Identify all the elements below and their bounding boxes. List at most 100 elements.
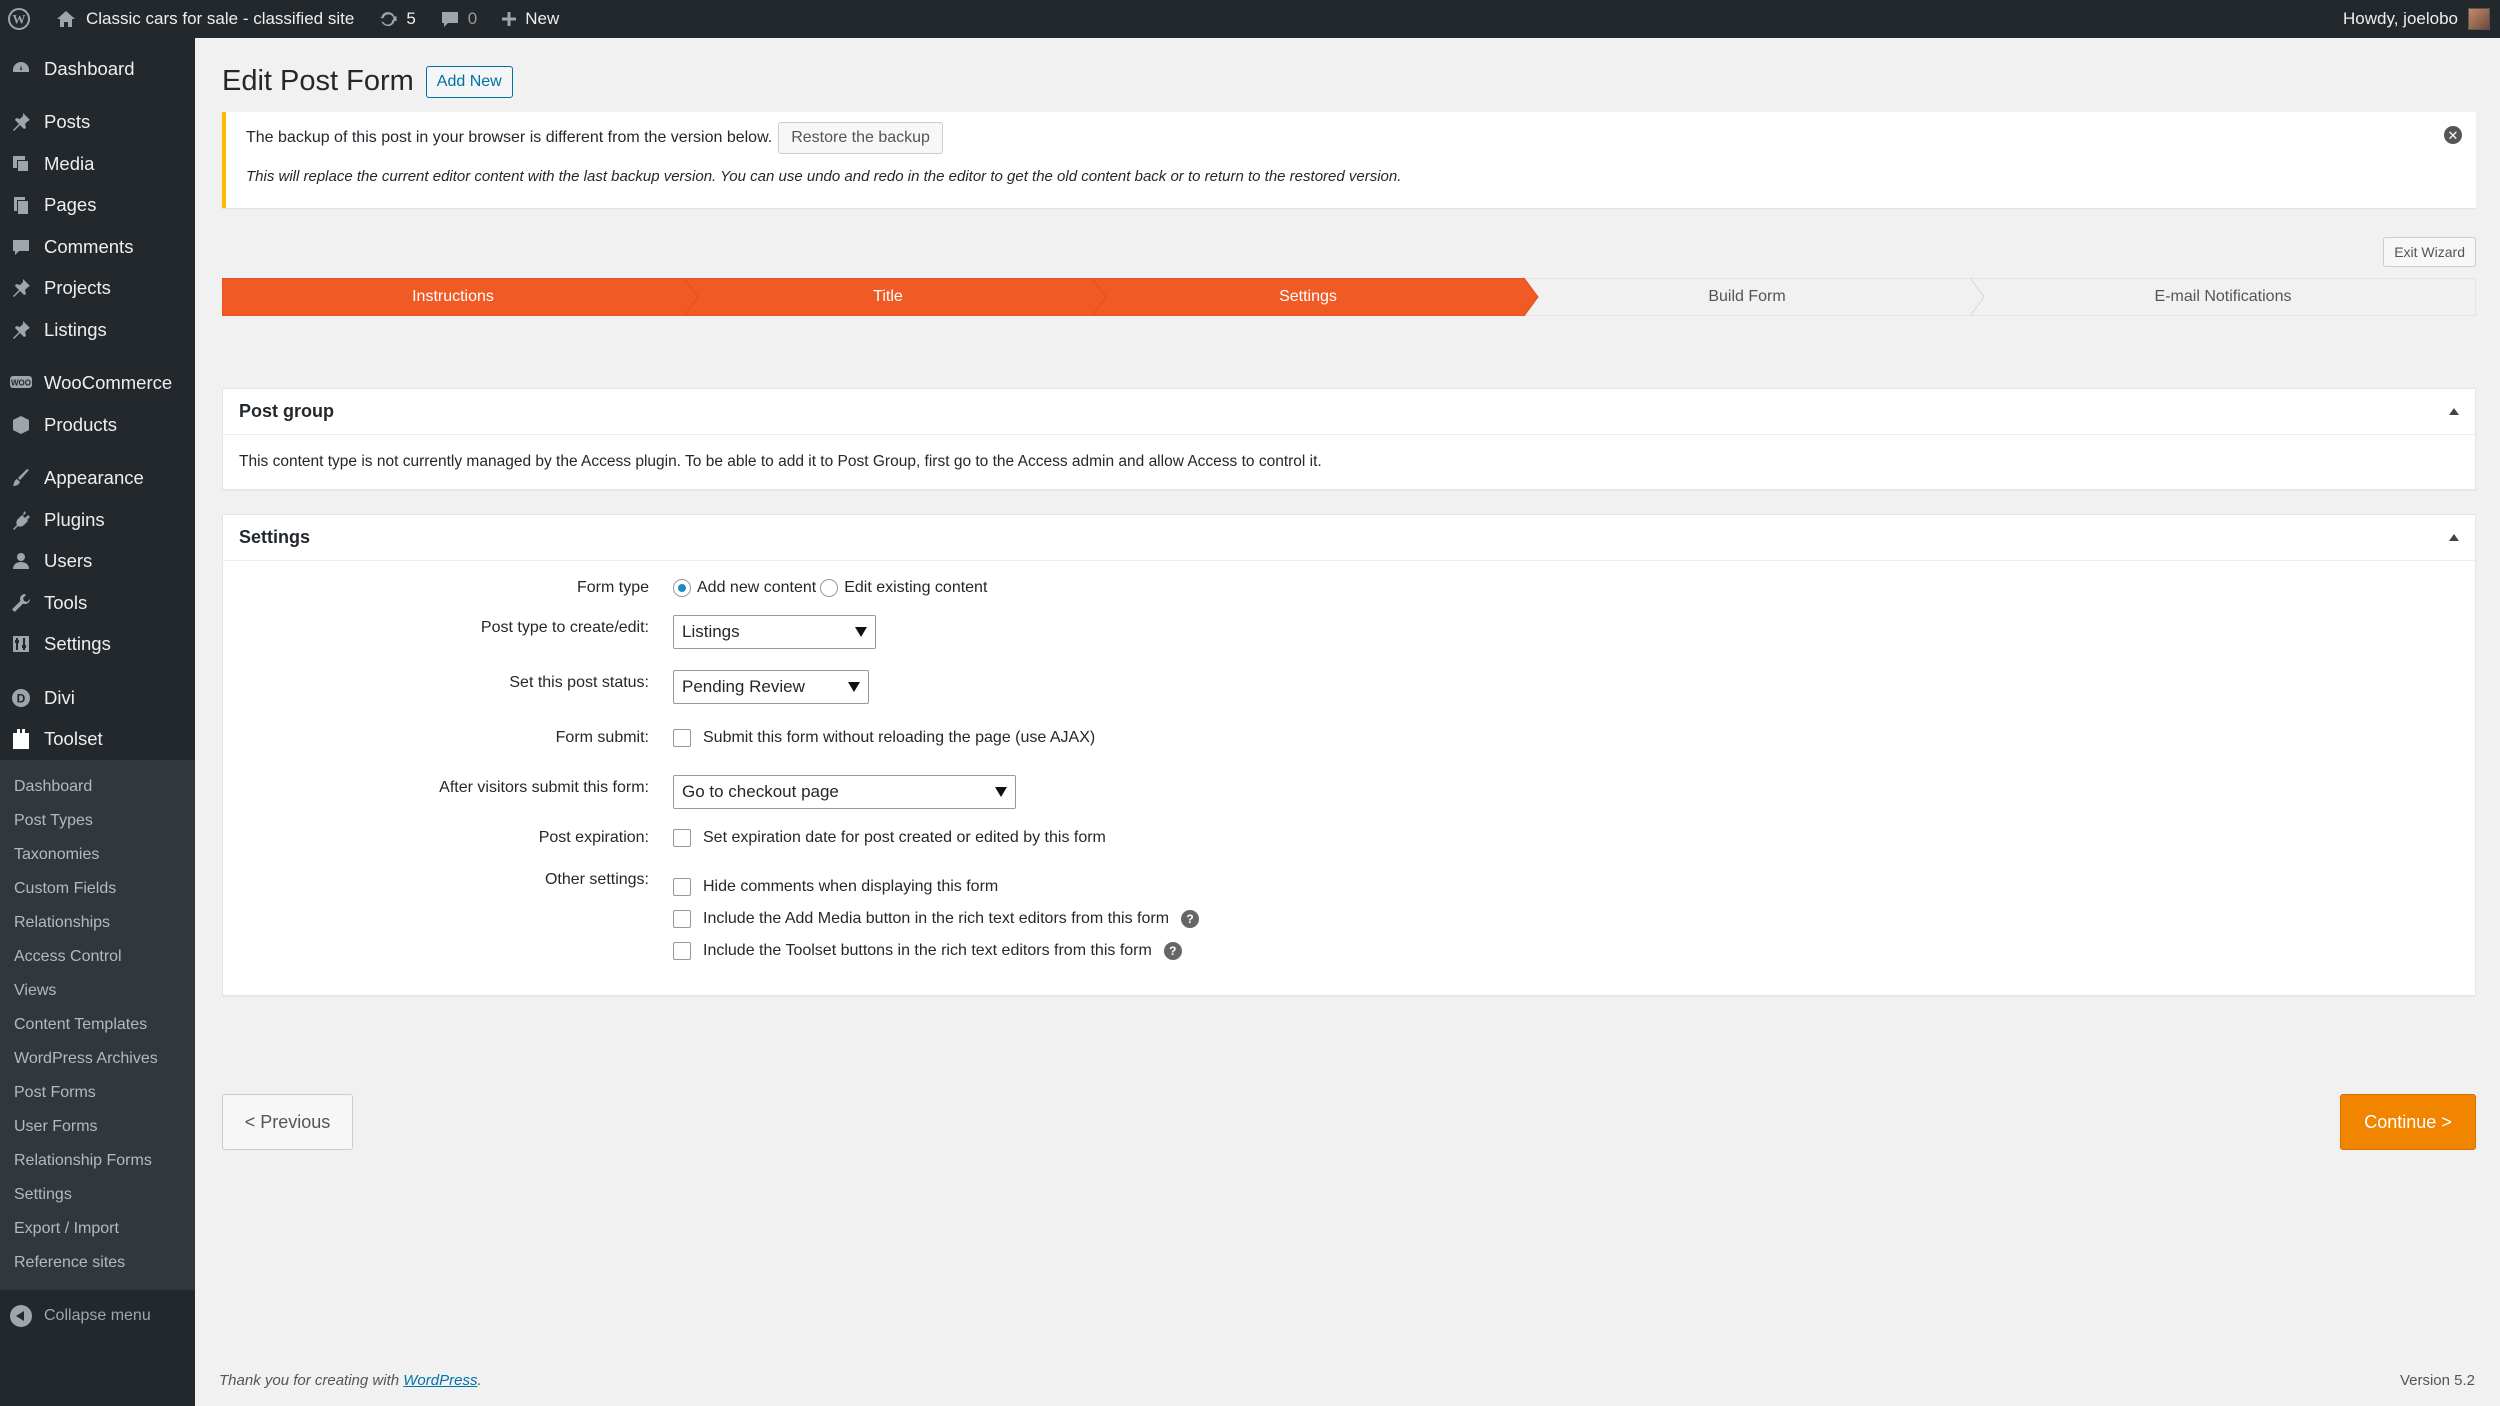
menu-settings[interactable]: Settings bbox=[0, 624, 195, 666]
dismiss-notice-icon[interactable]: ✕ bbox=[2444, 126, 2462, 144]
backup-notice: The backup of this post in your browser … bbox=[222, 112, 2476, 208]
wizard-step-build-form[interactable]: Build Form bbox=[1524, 278, 1970, 316]
submenu-export-import[interactable]: Export / Import bbox=[0, 1212, 195, 1246]
help-icon[interactable]: ? bbox=[1181, 910, 1200, 928]
menu-label: Projects bbox=[44, 277, 111, 299]
settings-header[interactable]: Settings bbox=[223, 515, 2475, 561]
radio-button[interactable] bbox=[673, 579, 691, 597]
wizard-step-title[interactable]: Title bbox=[684, 278, 1092, 316]
continue-button[interactable]: Continue > bbox=[2340, 1094, 2476, 1150]
submenu-access-control[interactable]: Access Control bbox=[0, 940, 195, 974]
submenu-content-templates[interactable]: Content Templates bbox=[0, 1008, 195, 1042]
submenu-user-forms[interactable]: User Forms bbox=[0, 1110, 195, 1144]
after-submit-select[interactable]: Go to checkout page bbox=[673, 775, 1016, 809]
radio-add-new-content[interactable]: Add new content bbox=[673, 579, 816, 597]
other-settings-label: Other settings: bbox=[544, 871, 649, 888]
toolset-icon bbox=[10, 728, 32, 750]
select-value: Pending Review bbox=[682, 677, 805, 696]
radio-label: Add new content bbox=[697, 579, 817, 596]
wordpress-logo-icon[interactable]: W bbox=[0, 0, 44, 38]
form-submit-label: Form submit: bbox=[555, 729, 649, 746]
menu-comments[interactable]: Comments bbox=[0, 226, 195, 268]
products-icon bbox=[10, 414, 32, 436]
post-type-select[interactable]: Listings bbox=[673, 615, 876, 649]
add-media-checkbox[interactable] bbox=[673, 910, 691, 928]
admin-sidebar: Dashboard Posts Media Pages Comments Pro… bbox=[0, 38, 195, 1406]
menu-label: Plugins bbox=[44, 508, 105, 530]
menu-label: Tools bbox=[44, 591, 88, 613]
collapse-arrow-icon bbox=[10, 1305, 32, 1327]
post-expiration-checkbox[interactable] bbox=[673, 829, 691, 847]
toolset-buttons-checkbox[interactable] bbox=[673, 942, 691, 960]
collapse-toggle-icon[interactable] bbox=[2449, 534, 2459, 541]
toolset-buttons-option[interactable]: Include the Toolset buttons in the rich … bbox=[673, 935, 1199, 967]
wizard-navigation: < Previous Continue > bbox=[222, 1094, 2476, 1150]
submenu-custom-fields[interactable]: Custom Fields bbox=[0, 872, 195, 906]
comments-link[interactable]: 0 bbox=[428, 0, 489, 38]
svg-text:W: W bbox=[13, 12, 26, 27]
my-account-link[interactable]: Howdy, joelobo bbox=[2331, 0, 2500, 38]
menu-dashboard[interactable]: Dashboard bbox=[0, 48, 195, 90]
settings-panel: Settings Form type Add new content Edit … bbox=[222, 514, 2476, 996]
select-value: Listings bbox=[682, 622, 740, 641]
submenu-post-forms[interactable]: Post Forms bbox=[0, 1076, 195, 1110]
submenu-views[interactable]: Views bbox=[0, 974, 195, 1008]
menu-divi[interactable]: D Divi bbox=[0, 677, 195, 719]
checkbox-label: Set expiration date for post created or … bbox=[703, 829, 1106, 846]
chevron-down-icon bbox=[855, 627, 867, 637]
wizard-step-settings[interactable]: Settings bbox=[1092, 278, 1524, 316]
new-content-link[interactable]: New bbox=[489, 0, 571, 38]
exit-wizard-button[interactable]: Exit Wizard bbox=[2383, 237, 2476, 267]
menu-label: Toolset bbox=[44, 728, 103, 750]
menu-media[interactable]: Media bbox=[0, 143, 195, 185]
wordpress-link[interactable]: WordPress bbox=[403, 1372, 477, 1389]
post-type-label: Post type to create/edit: bbox=[480, 619, 649, 636]
post-expiration-option[interactable]: Set expiration date for post created or … bbox=[673, 829, 1106, 847]
collapse-toggle-icon[interactable] bbox=[2449, 408, 2459, 415]
menu-projects[interactable]: Projects bbox=[0, 268, 195, 310]
ajax-submit-option[interactable]: Submit this form without reloading the p… bbox=[673, 729, 1095, 747]
radio-button[interactable] bbox=[820, 579, 839, 597]
menu-label: Media bbox=[44, 152, 95, 174]
settings-title: Settings bbox=[239, 527, 311, 547]
footer-thanks-suffix: . bbox=[477, 1372, 482, 1389]
radio-edit-existing-content[interactable]: Edit existing content bbox=[820, 579, 987, 597]
submenu-relationships[interactable]: Relationships bbox=[0, 906, 195, 940]
svg-text:WOO: WOO bbox=[11, 379, 31, 388]
menu-products[interactable]: Products bbox=[0, 404, 195, 446]
plus-icon bbox=[501, 11, 517, 27]
add-media-option[interactable]: Include the Add Media button in the rich… bbox=[673, 903, 1200, 935]
post-status-select[interactable]: Pending Review bbox=[673, 670, 869, 704]
menu-woocommerce[interactable]: WOO WooCommerce bbox=[0, 363, 195, 405]
hide-comments-option[interactable]: Hide comments when displaying this form bbox=[673, 871, 1199, 903]
submenu-dashboard[interactable]: Dashboard bbox=[0, 770, 195, 804]
menu-posts[interactable]: Posts bbox=[0, 102, 195, 144]
menu-appearance[interactable]: Appearance bbox=[0, 458, 195, 500]
menu-plugins[interactable]: Plugins bbox=[0, 499, 195, 541]
restore-backup-button[interactable]: Restore the backup bbox=[778, 122, 943, 154]
submenu-reference-sites[interactable]: Reference sites bbox=[0, 1246, 195, 1280]
add-new-button[interactable]: Add New bbox=[425, 65, 513, 98]
wizard-step-email-notifications[interactable]: E-mail Notifications bbox=[1970, 278, 2476, 316]
updates-link[interactable]: 5 bbox=[366, 0, 427, 38]
submenu-taxonomies[interactable]: Taxonomies bbox=[0, 838, 195, 872]
menu-tools[interactable]: Tools bbox=[0, 582, 195, 624]
previous-button[interactable]: < Previous bbox=[222, 1094, 353, 1150]
new-label: New bbox=[525, 9, 560, 28]
submenu-relationship-forms[interactable]: Relationship Forms bbox=[0, 1144, 195, 1178]
menu-toolset[interactable]: Toolset bbox=[0, 719, 195, 761]
post-group-header[interactable]: Post group bbox=[223, 389, 2475, 435]
submenu-wordpress-archives[interactable]: WordPress Archives bbox=[0, 1042, 195, 1076]
submenu-post-types[interactable]: Post Types bbox=[0, 804, 195, 838]
submenu-settings[interactable]: Settings bbox=[0, 1178, 195, 1212]
site-name-link[interactable]: Classic cars for sale - classified site bbox=[44, 0, 366, 38]
menu-pages[interactable]: Pages bbox=[0, 185, 195, 227]
collapse-menu-button[interactable]: Collapse menu bbox=[0, 1294, 195, 1338]
ajax-submit-checkbox[interactable] bbox=[673, 729, 691, 747]
help-icon[interactable]: ? bbox=[1163, 942, 1182, 960]
checkbox-label: Hide comments when displaying this form bbox=[703, 878, 999, 895]
menu-users[interactable]: Users bbox=[0, 541, 195, 583]
wizard-step-instructions[interactable]: Instructions bbox=[222, 278, 684, 316]
menu-listings[interactable]: Listings bbox=[0, 309, 195, 351]
hide-comments-checkbox[interactable] bbox=[673, 878, 691, 896]
